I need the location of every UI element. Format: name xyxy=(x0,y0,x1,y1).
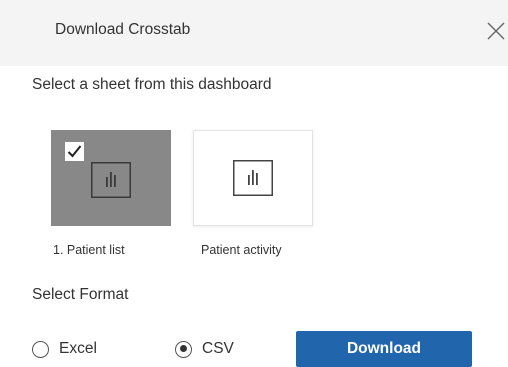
radio-label-csv: CSV xyxy=(202,340,234,357)
dialog-title: Download Crosstab xyxy=(55,21,191,38)
radio-label-excel: Excel xyxy=(59,340,97,357)
radio-excel[interactable] xyxy=(32,340,49,358)
format-option-excel[interactable]: Excel xyxy=(32,337,97,361)
sheet-selection-prompt: Select a sheet from this dashboard xyxy=(32,76,272,93)
sheet-tile-patient-list[interactable] xyxy=(51,130,171,226)
sheet-tile-patient-activity[interactable] xyxy=(193,130,313,226)
radio-csv[interactable] xyxy=(175,340,192,358)
sheet-checkbox[interactable] xyxy=(65,142,84,161)
bar-chart-icon xyxy=(233,160,273,196)
sheet-label-patient-list: 1. Patient list xyxy=(53,243,125,257)
format-option-csv[interactable]: CSV xyxy=(175,337,234,361)
bar-chart-icon xyxy=(91,162,131,198)
close-button[interactable] xyxy=(484,19,508,43)
download-button[interactable]: Download xyxy=(296,331,472,367)
format-label: Select Format xyxy=(32,286,129,303)
dialog-header: Download Crosstab xyxy=(0,0,508,66)
checkmark-icon xyxy=(67,145,82,158)
sheet-label-patient-activity: Patient activity xyxy=(201,243,282,257)
close-icon xyxy=(487,22,505,40)
